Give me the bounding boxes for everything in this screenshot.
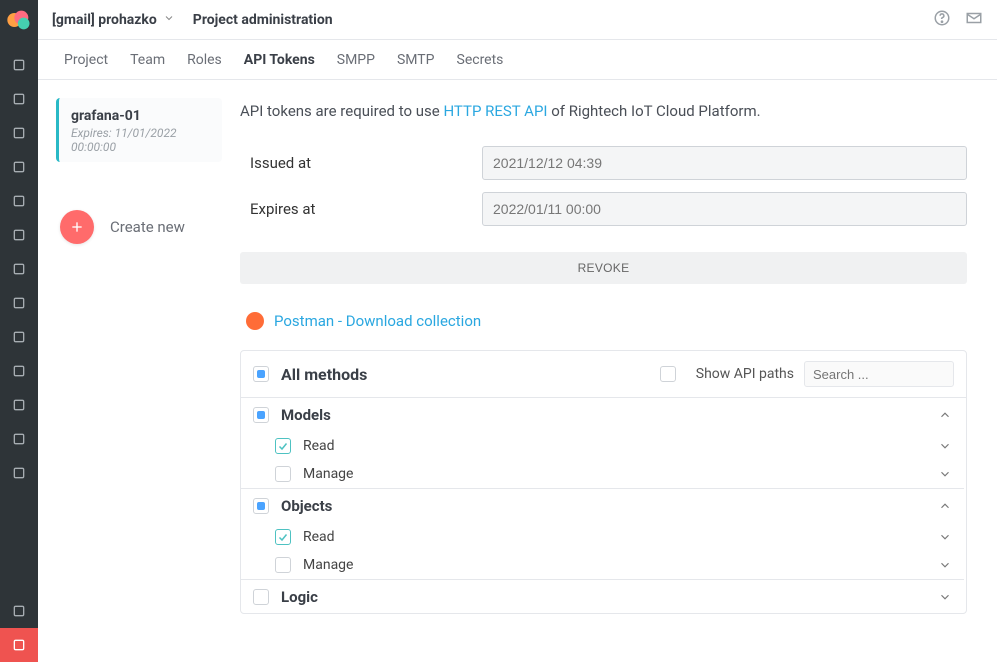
checkbox-checked[interactable]: [275, 529, 291, 545]
tools-icon[interactable]: [0, 628, 38, 662]
tab-secrets[interactable]: Secrets: [457, 52, 504, 68]
tag-icon[interactable]: [0, 252, 38, 286]
chevron-up-icon[interactable]: [938, 408, 952, 422]
tab-smtp[interactable]: SMTP: [397, 52, 435, 68]
methods-header: All methods Show API paths: [241, 351, 966, 398]
left-nav-rail: [0, 0, 38, 662]
main-area: [gmail] prohazko Project administration …: [38, 0, 997, 662]
tab-roles[interactable]: Roles: [187, 52, 222, 68]
token-card[interactable]: grafana-01 Expires: 11/01/2022 00:00:00: [56, 98, 222, 162]
method-permission-row[interactable]: Read: [241, 523, 964, 551]
method-group-label: Logic: [281, 588, 938, 606]
tab-project[interactable]: Project: [64, 52, 108, 68]
checkbox-unchecked[interactable]: [253, 589, 269, 605]
chevron-down-icon[interactable]: [938, 439, 952, 453]
app-logo: [5, 6, 33, 34]
tab-api-tokens[interactable]: API Tokens: [244, 52, 315, 68]
issued-at-label: Issued at: [240, 154, 482, 172]
method-group-header[interactable]: Models: [241, 398, 964, 432]
globe-icon[interactable]: [0, 286, 38, 320]
token-detail-pane: API tokens are required to use HTTP REST…: [230, 80, 997, 662]
chevron-down-icon[interactable]: [938, 467, 952, 481]
import-icon[interactable]: [0, 594, 38, 628]
method-group-header[interactable]: Logic: [241, 580, 964, 613]
revoke-button[interactable]: REVOKE: [240, 252, 967, 284]
methods-list[interactable]: ModelsReadManageObjectsReadManageLogicHa…: [241, 398, 966, 613]
token-card-expires: Expires: 11/01/2022 00:00:00: [71, 126, 210, 154]
checkbox-indeterminate[interactable]: [253, 498, 269, 514]
chevron-up-icon[interactable]: [938, 499, 952, 513]
method-group-header[interactable]: Objects: [241, 489, 964, 523]
chevron-down-icon[interactable]: [938, 530, 952, 544]
square-icon[interactable]: [0, 82, 38, 116]
method-permission-label: Read: [303, 529, 938, 545]
top-bar: [gmail] prohazko Project administration: [38, 0, 997, 40]
export-icon[interactable]: [0, 354, 38, 388]
cube-icon[interactable]: [0, 48, 38, 82]
method-permission-row[interactable]: Manage: [241, 551, 964, 579]
tokens-list-column: grafana-01 Expires: 11/01/2022 00:00:00 …: [38, 80, 230, 662]
tab-team[interactable]: Team: [130, 52, 165, 68]
description-text: API tokens are required to use HTTP REST…: [240, 102, 967, 120]
chart-icon[interactable]: [0, 320, 38, 354]
clipboard-icon[interactable]: [0, 218, 38, 252]
expires-at-label: Expires at: [240, 200, 482, 218]
checkbox-unchecked[interactable]: [275, 557, 291, 573]
bolt-icon[interactable]: [0, 184, 38, 218]
methods-search-input[interactable]: [804, 361, 954, 387]
code-icon[interactable]: [0, 150, 38, 184]
method-group-models: Models Read Manage: [241, 398, 964, 489]
token-card-name: grafana-01: [71, 108, 210, 124]
create-new-button[interactable]: Create new: [56, 204, 222, 250]
page-title: Project administration: [193, 12, 333, 28]
sitemap-icon[interactable]: [0, 116, 38, 150]
clipboard-check-icon[interactable]: [0, 388, 38, 422]
show-api-paths-checkbox[interactable]: [660, 366, 676, 382]
flask-icon[interactable]: [0, 456, 38, 490]
tabs-bar: Project Team Roles API Tokens SMPP SMTP Secret…: [38, 40, 997, 80]
create-new-label: Create new: [110, 218, 185, 236]
method-permission-row[interactable]: Read: [241, 432, 964, 460]
method-group-objects: Objects Read Manage: [241, 489, 964, 580]
postman-icon: [246, 312, 264, 330]
method-permission-row[interactable]: Manage: [241, 460, 964, 488]
show-api-paths-toggle[interactable]: Show API paths: [660, 366, 794, 382]
method-permission-label: Read: [303, 438, 938, 454]
plus-icon: [60, 210, 94, 244]
chevron-down-icon[interactable]: [938, 590, 952, 604]
method-permission-label: Manage: [303, 466, 938, 482]
project-name: [gmail] prohazko: [52, 12, 157, 28]
issued-at-field[interactable]: [482, 146, 967, 180]
chevron-down-icon: [163, 12, 175, 28]
project-selector[interactable]: [gmail] prohazko: [52, 12, 175, 28]
checkbox-unchecked[interactable]: [275, 466, 291, 482]
checkbox-indeterminate[interactable]: [253, 407, 269, 423]
http-rest-api-link[interactable]: HTTP REST API: [443, 102, 547, 120]
help-icon[interactable]: [933, 9, 951, 31]
checkbox-checked[interactable]: [275, 438, 291, 454]
all-methods-checkbox[interactable]: [253, 366, 269, 382]
method-group-label: Models: [281, 406, 938, 424]
method-group-logic: Logic: [241, 580, 964, 613]
tab-smpp[interactable]: SMPP: [337, 52, 375, 68]
methods-panel: All methods Show API paths Models Read Man…: [240, 350, 967, 614]
chevron-down-icon[interactable]: [938, 558, 952, 572]
postman-download-link[interactable]: Postman - Download collection: [274, 312, 481, 330]
method-group-label: Objects: [281, 497, 938, 515]
all-methods-title: All methods: [281, 365, 660, 384]
expires-at-field[interactable]: [482, 192, 967, 226]
method-permission-label: Manage: [303, 557, 938, 573]
mail-icon[interactable]: [965, 9, 983, 31]
steering-icon[interactable]: [0, 422, 38, 456]
